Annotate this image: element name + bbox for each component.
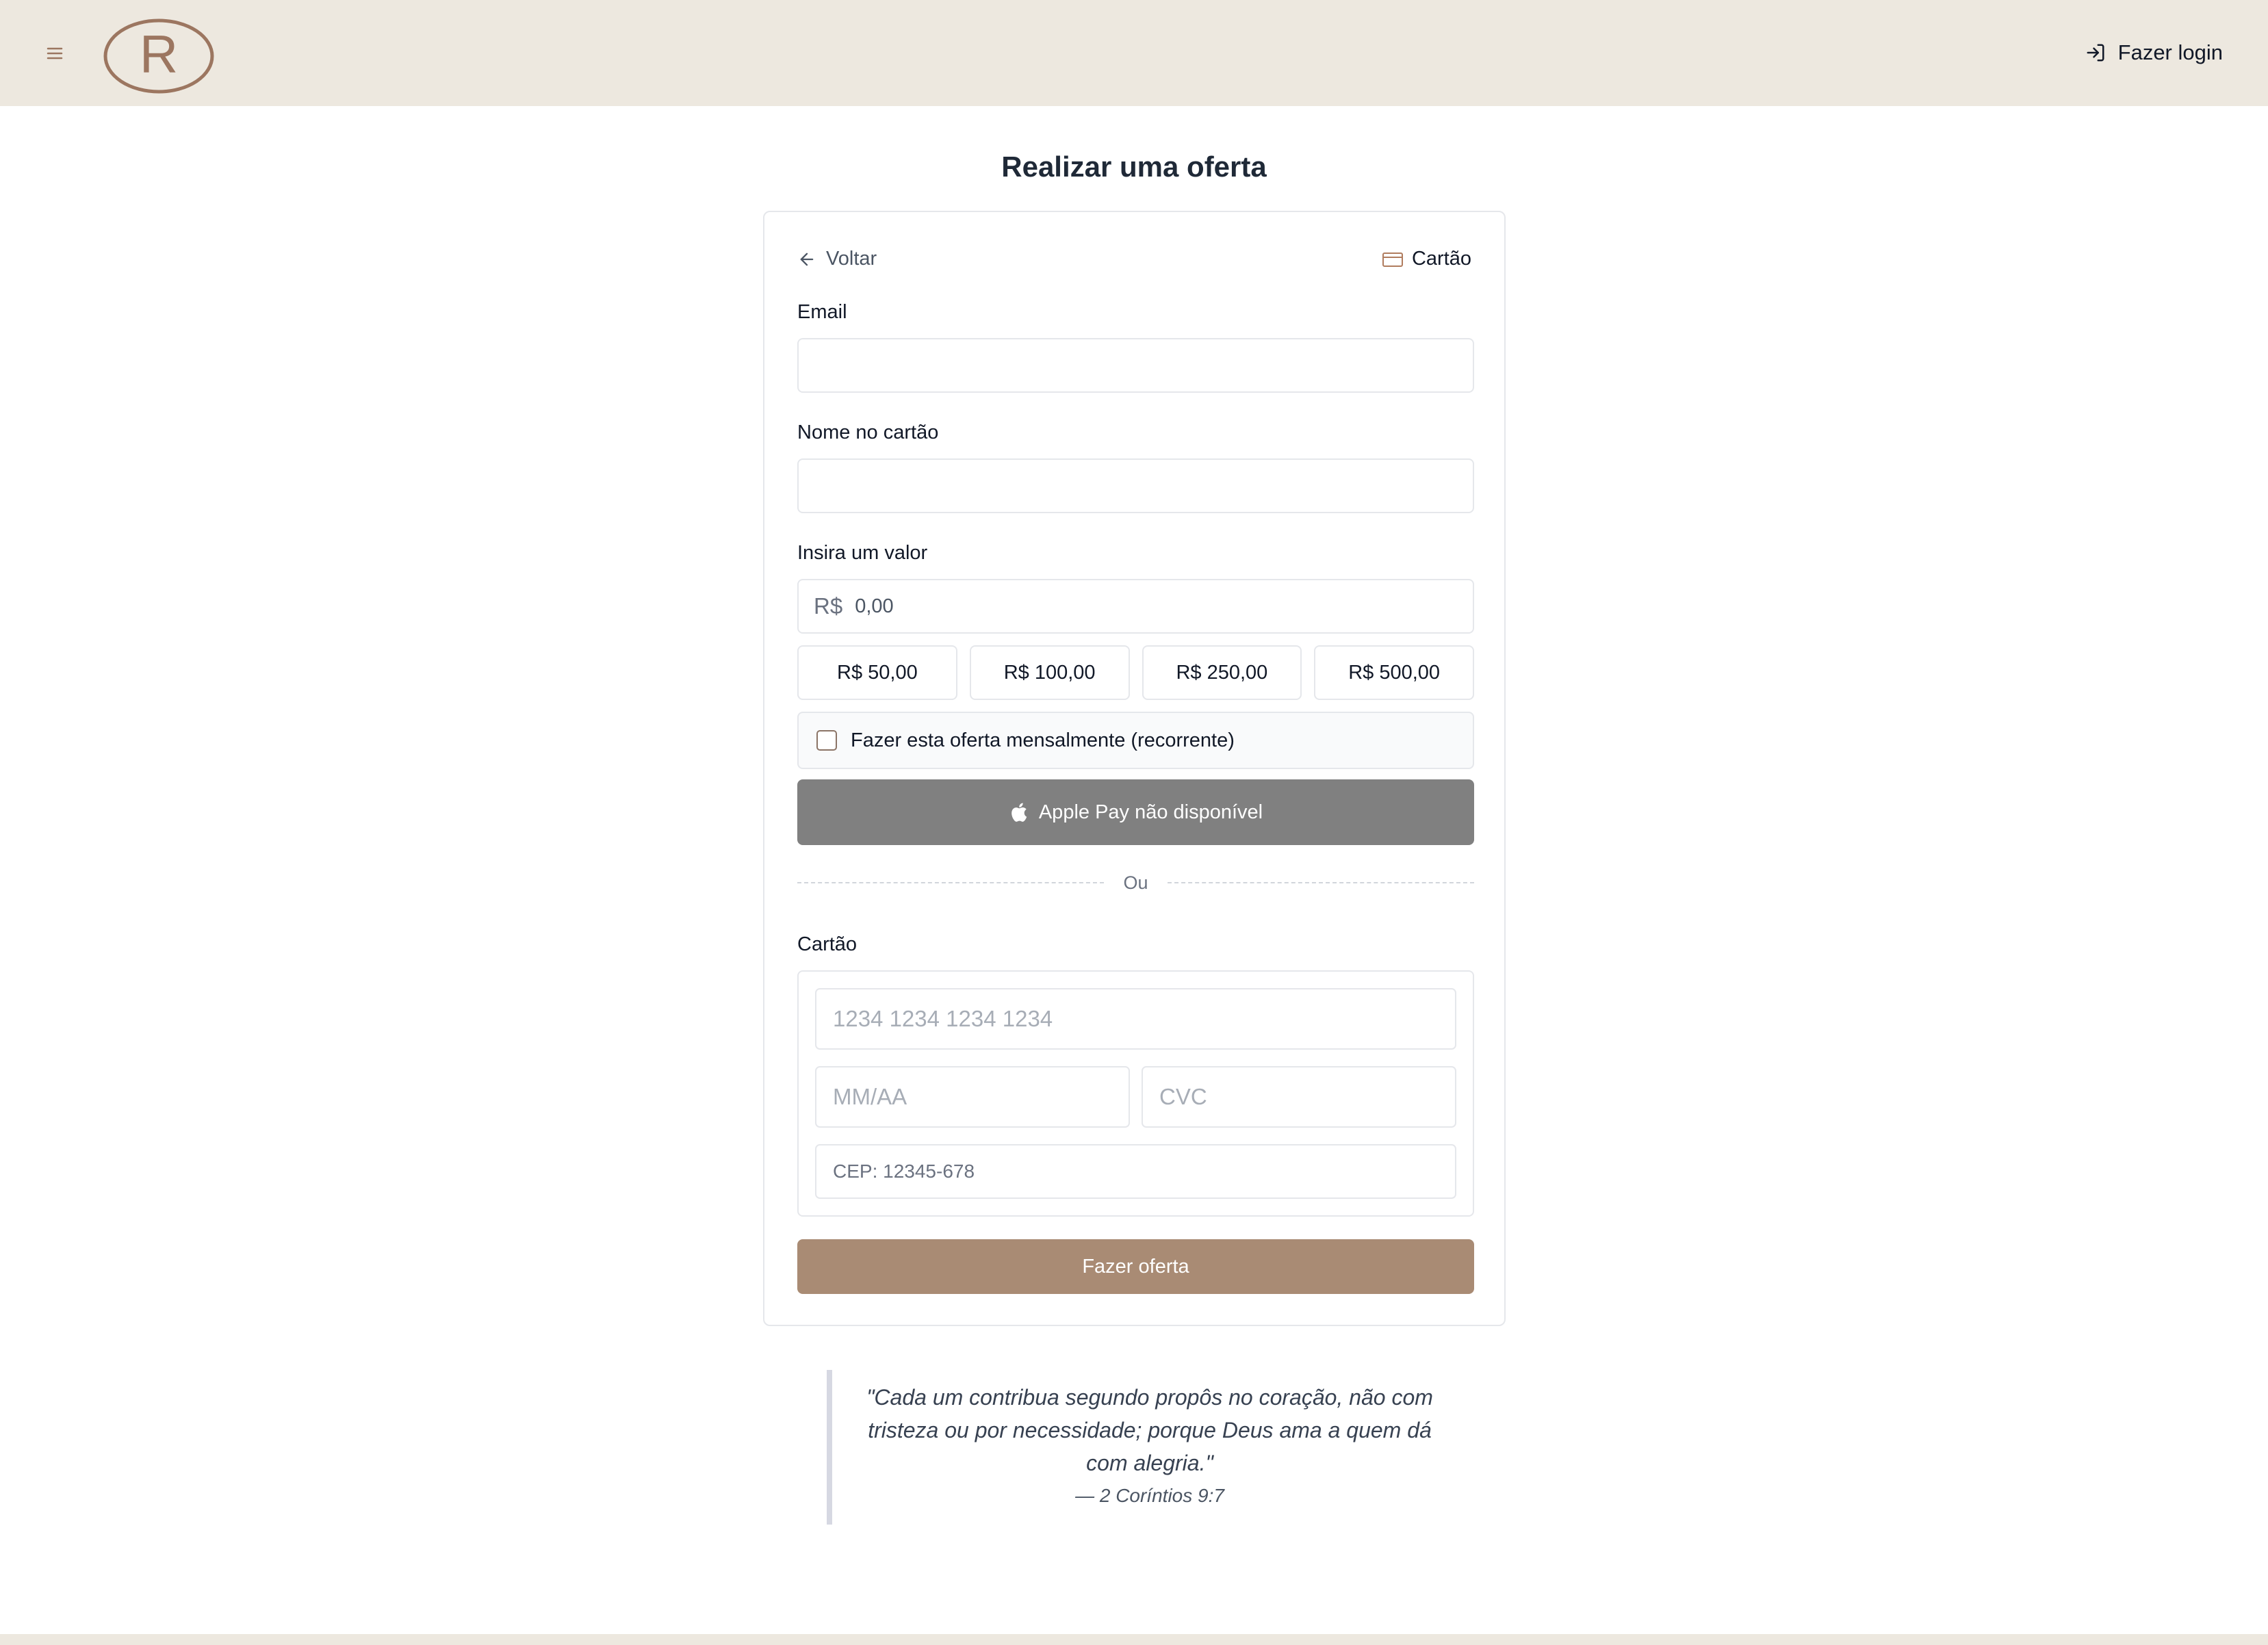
amount-input[interactable] [853, 585, 1458, 627]
divider-line [797, 882, 1105, 883]
login-icon [2087, 44, 2104, 62]
back-label: Voltar [826, 248, 877, 270]
email-label: Email [797, 301, 847, 323]
preset-amount-button[interactable]: R$ 500,00 [1314, 645, 1474, 700]
bible-quote: "Cada um contribua segundo propôs no cor… [866, 1385, 1433, 1475]
currency-prefix: R$ [814, 593, 843, 619]
credit-card-icon [1382, 252, 1403, 267]
submit-offer-button[interactable]: Fazer oferta [797, 1239, 1474, 1294]
payment-method-tag: Cartão [1382, 248, 1471, 270]
card-section-label: Cartão [797, 933, 858, 955]
recurring-label: Fazer esta oferta mensalmente (recorrent… [851, 729, 1235, 751]
card-details-box [797, 970, 1474, 1217]
card-expiry-field[interactable] [815, 1066, 1130, 1128]
login-button[interactable]: Fazer login [2085, 31, 2223, 74]
card-cvc-field[interactable] [1142, 1066, 1456, 1128]
back-link[interactable]: Voltar [797, 248, 877, 270]
cardholder-name-field[interactable] [797, 458, 1474, 513]
logo-letter: R [140, 24, 178, 84]
quote-border [827, 1370, 832, 1525]
preset-amount-button[interactable]: R$ 250,00 [1142, 645, 1302, 700]
apple-pay-button[interactable]: Apple Pay não disponível [797, 779, 1474, 845]
card-number-field[interactable] [815, 988, 1456, 1050]
payment-method-label: Cartão [1411, 248, 1471, 270]
recurring-option[interactable]: Fazer esta oferta mensalmente (recorrent… [797, 712, 1474, 769]
brand-logo[interactable]: R [103, 18, 215, 94]
menu-button[interactable] [42, 41, 67, 66]
amount-label: Insira um valor [797, 542, 928, 564]
email-field[interactable] [797, 338, 1474, 393]
logo-emblem: R [103, 18, 214, 94]
top-header: R Fazer login [0, 0, 2268, 106]
divider-line [1167, 882, 1474, 883]
menu-icon [47, 47, 63, 60]
arrow-left-icon [800, 252, 814, 265]
cardholder-name-label: Nome no cartão [797, 422, 939, 443]
login-label: Fazer login [2117, 40, 2223, 64]
amount-presets: R$ 50,00 R$ 100,00 R$ 250,00 R$ 500,00 [797, 645, 1474, 700]
postal-code-field[interactable] [815, 1144, 1456, 1199]
or-divider: Ou [797, 869, 1474, 896]
offer-form-card: Voltar Cartão Email Nome no cartão Insir… [763, 211, 1506, 1326]
preset-amount-button[interactable]: R$ 100,00 [969, 645, 1130, 700]
preset-amount-button[interactable]: R$ 50,00 [797, 645, 957, 700]
quote-reference: — 2 Coríntios 9:7 [1075, 1485, 1224, 1506]
amount-field[interactable]: R$ [797, 579, 1474, 634]
footer-strip [0, 1634, 2268, 1645]
apple-icon [1011, 803, 1027, 822]
apple-pay-label: Apple Pay não disponível [1038, 801, 1263, 823]
recurring-checkbox[interactable] [816, 730, 837, 751]
page-title: Realizar uma oferta [1001, 151, 1267, 183]
divider-label: Ou [1123, 872, 1148, 893]
